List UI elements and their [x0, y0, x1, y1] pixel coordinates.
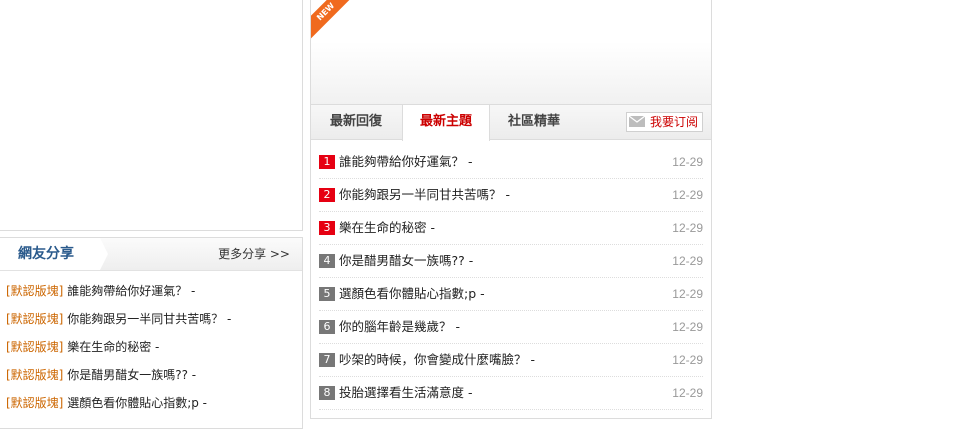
topic-date: 12-29	[672, 221, 703, 235]
list-item[interactable]: [默認版塊] 你能夠跟另一半同甘共苦嗎？ -	[6, 305, 302, 333]
rank-badge: 7	[319, 352, 335, 367]
rank-badge: 6	[319, 319, 335, 334]
tab-latest-replies[interactable]: 最新回復	[311, 105, 401, 139]
topic-link[interactable]: 你的腦年齡是幾歲？ -	[339, 319, 460, 334]
topic-link[interactable]: 你是醋男醋女一族嗎?? -	[339, 253, 473, 268]
rank-badge: 4	[319, 253, 335, 268]
rank-badge: 5	[319, 286, 335, 301]
share-title: 網友分享	[0, 238, 100, 270]
board-tag[interactable]: [默認版塊]	[6, 312, 63, 326]
table-row[interactable]: 6 你的腦年齡是幾歲？ - 12-29	[319, 311, 703, 344]
table-row[interactable]: 3 樂在生命的秘密 - 12-29	[319, 212, 703, 245]
share-item-title[interactable]: 樂在生命的秘密 -	[67, 340, 159, 354]
share-title-arrow	[100, 238, 108, 270]
subscribe-button[interactable]: 我要订阅	[625, 112, 703, 132]
rank-badge: 2	[319, 187, 335, 202]
board-tag[interactable]: [默認版塊]	[6, 340, 63, 354]
topic-link[interactable]: 樂在生命的秘密 -	[339, 220, 435, 235]
table-row[interactable]: 1 誰能夠帶給你好運氣？ - 12-29	[319, 146, 703, 179]
mail-icon	[628, 116, 645, 127]
topic-link[interactable]: 你能夠跟另一半同甘共苦嗎？ -	[339, 187, 510, 202]
topic-date: 12-29	[672, 386, 703, 400]
tab-latest-topics[interactable]: 最新主題	[402, 105, 490, 141]
list-item[interactable]: [默認版塊] 選顏色看你體貼心指數;p -	[6, 389, 302, 417]
table-row[interactable]: 7 吵架的時候，你會變成什麼嘴臉？ - 12-29	[319, 344, 703, 377]
share-item-title[interactable]: 你是醋男醋女一族嗎?? -	[67, 368, 196, 382]
more-share-link[interactable]: 更多分享 >>	[218, 238, 290, 270]
subscribe-label: 我要订阅	[649, 115, 698, 129]
list-item[interactable]: [默認版塊] 樂在生命的秘密 -	[6, 333, 302, 361]
topic-date: 12-29	[672, 287, 703, 301]
share-item-title[interactable]: 誰能夠帶給你好運氣？ -	[67, 284, 195, 298]
topic-list: 1 誰能夠帶給你好運氣？ - 12-29 2 你能夠跟另一半同甘共苦嗎？ - 12-…	[311, 140, 711, 410]
share-header: 網友分享 更多分享 >>	[0, 238, 302, 271]
table-row[interactable]: 5 選顏色看你體貼心指數;p - 12-29	[319, 278, 703, 311]
topic-date: 12-29	[672, 320, 703, 334]
table-row[interactable]: 2 你能夠跟另一半同甘共苦嗎？ - 12-29	[319, 179, 703, 212]
board-tag[interactable]: [默認版塊]	[6, 368, 63, 382]
share-item-title[interactable]: 你能夠跟另一半同甘共苦嗎？ -	[67, 312, 231, 326]
topic-date: 12-29	[672, 155, 703, 169]
table-row[interactable]: 4 你是醋男醋女一族嗎?? - 12-29	[319, 245, 703, 278]
list-item[interactable]: [默認版塊] 誰能夠帶給你好運氣？ -	[6, 277, 302, 305]
rank-badge: 1	[319, 154, 335, 169]
topic-date: 12-29	[672, 254, 703, 268]
rank-badge: 3	[319, 220, 335, 235]
share-item-title[interactable]: 選顏色看你體貼心指數;p -	[67, 396, 207, 410]
topic-link[interactable]: 吵架的時候，你會變成什麼嘴臉？ -	[339, 352, 535, 367]
tab-bar: 最新回復 最新主題 社區精華 我要订阅	[311, 104, 711, 141]
center-panel: NEW 最新回復 最新主題 社區精華 我要订阅 1 誰能夠帶給你好運氣？ - 12…	[310, 0, 712, 419]
table-row[interactable]: 8 投胎選擇看生活滿意度 - 12-29	[319, 377, 703, 410]
left-top-panel	[0, 0, 303, 231]
tab-community-digest[interactable]: 社區精華	[489, 105, 579, 139]
share-panel: 網友分享 更多分享 >> [默認版塊] 誰能夠帶給你好運氣？ - [默認版塊] …	[0, 237, 303, 429]
topic-link[interactable]: 誰能夠帶給你好運氣？ -	[339, 154, 472, 169]
board-tag[interactable]: [默認版塊]	[6, 396, 63, 410]
topic-link[interactable]: 投胎選擇看生活滿意度 -	[339, 385, 472, 400]
banner: NEW	[311, 0, 711, 104]
topic-date: 12-29	[672, 188, 703, 202]
rank-badge: 8	[319, 385, 335, 400]
new-badge: NEW	[311, 0, 357, 43]
list-item[interactable]: [默認版塊] 你是醋男醋女一族嗎?? -	[6, 361, 302, 389]
share-list: [默認版塊] 誰能夠帶給你好運氣？ - [默認版塊] 你能夠跟另一半同甘共苦嗎？…	[0, 271, 302, 417]
board-tag[interactable]: [默認版塊]	[6, 284, 63, 298]
topic-date: 12-29	[672, 353, 703, 367]
topic-link[interactable]: 選顏色看你體貼心指數;p -	[339, 286, 485, 301]
